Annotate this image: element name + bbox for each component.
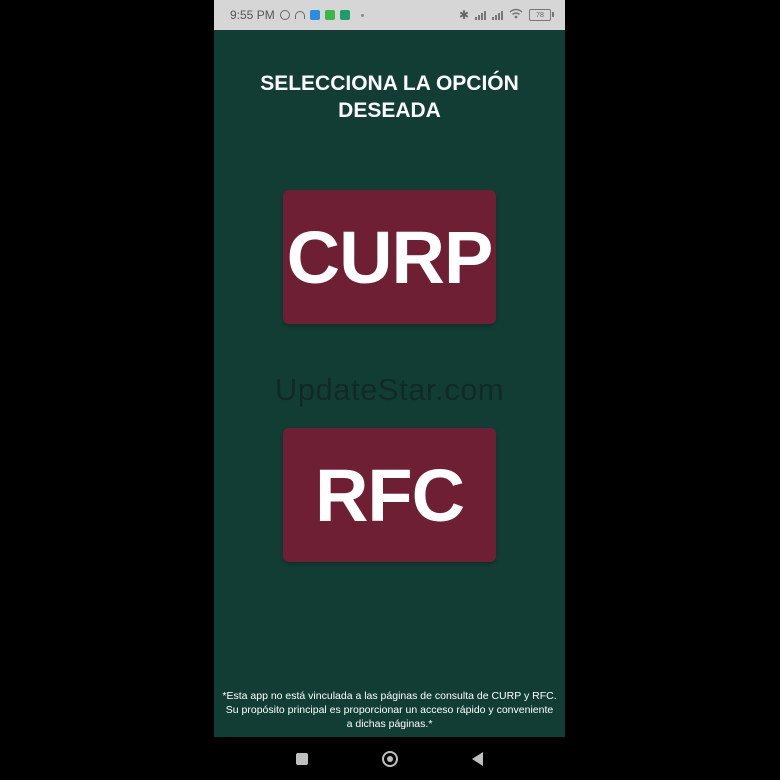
wifi-icon [509,8,523,22]
rfc-button[interactable]: RFC [283,428,496,562]
more-notifications-icon [360,13,364,17]
status-bar: 9:55 PM ✱ 78 [214,0,565,30]
title-line-2: DESEADA [338,99,441,122]
status-left: 9:55 PM [230,8,364,22]
status-time: 9:55 PM [230,8,275,22]
navigation-bar [214,737,565,780]
battery-icon: 78 [529,9,554,21]
back-button[interactable] [466,747,490,771]
curp-button[interactable]: CURP [283,190,496,324]
back-triangle-icon [472,751,483,766]
app-notification-icon [339,10,350,20]
app-notification-icon [309,10,320,20]
app-notification-icon [324,10,335,20]
rfc-button-label: RFC [314,453,465,537]
signal-icon [492,10,503,20]
curp-button-label: CURP [286,215,494,299]
status-right: ✱ 78 [458,8,554,22]
recent-apps-button[interactable] [290,747,314,771]
disclaimer-text: *Esta app no está vinculada a las página… [222,690,557,730]
page: 9:55 PM ✱ 78 SELECCIONA LA OPCIÓN DESEAD… [0,0,780,780]
page-title: SELECCIONA LA OPCIÓN DESEADA [214,70,565,124]
title-line-1: SELECCIONA LA OPCIÓN [260,72,519,95]
circle-icon [381,750,398,767]
headset-icon [294,11,305,19]
signal-icon [475,10,486,20]
square-icon [295,752,308,765]
bluetooth-icon: ✱ [458,8,469,22]
home-button[interactable] [378,747,402,771]
alarm-icon [279,10,290,20]
watermark: UpdateStar.com [274,372,505,407]
phone-screen: 9:55 PM ✱ 78 SELECCIONA LA OPCIÓN DESEAD… [214,0,565,780]
